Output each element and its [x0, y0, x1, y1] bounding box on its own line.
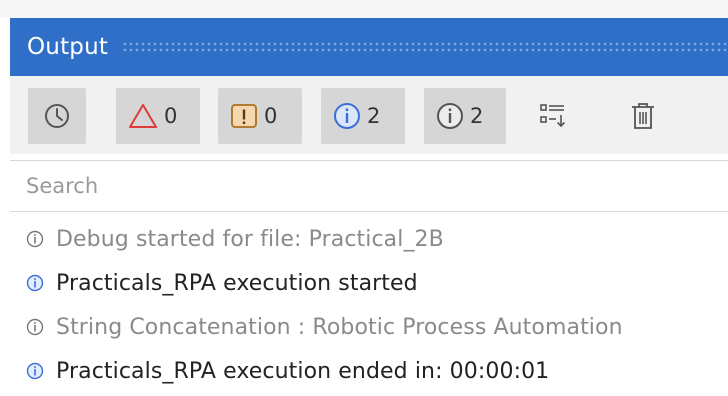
errors-filter-button[interactable]: 0 [116, 88, 200, 144]
trace-info-icon [26, 318, 44, 336]
trace-info-icon [437, 103, 463, 129]
search-box[interactable] [10, 160, 728, 212]
info-circle-icon [334, 103, 360, 129]
top-strip [0, 0, 728, 18]
info-filter-button[interactable]: 2 [321, 88, 405, 144]
header-grip[interactable] [122, 41, 728, 53]
warnings-count: 0 [264, 104, 278, 128]
trash-icon [632, 103, 654, 129]
clock-icon [45, 104, 69, 128]
log-entry-text: Practicals_RPA execution ended in: 00:00… [56, 358, 550, 384]
output-panel: Output 0 0 2 2 Search Debug started for … [0, 0, 728, 396]
warning-triangle-icon [129, 104, 157, 128]
trace-count: 2 [470, 104, 484, 128]
log-entry[interactable]: Debug started for file: Practical_2B [10, 216, 728, 262]
timestamp-toggle-button[interactable] [28, 88, 86, 144]
output-toolbar: 0 0 2 2 [10, 76, 728, 154]
log-entry-text: Debug started for file: Practical_2B [56, 226, 444, 252]
list-collapse-icon [540, 104, 566, 128]
clear-output-button[interactable] [618, 88, 668, 144]
info-circle-icon [26, 362, 44, 380]
log-entry-text: String Concatenation : Robotic Process A… [56, 314, 623, 340]
log-entry[interactable]: Practicals_RPA execution ended in: 00:00… [10, 348, 728, 394]
trace-info-icon [26, 230, 44, 248]
errors-count: 0 [164, 104, 178, 128]
panel-header[interactable]: Output [10, 18, 728, 76]
warnings-filter-button[interactable]: 0 [218, 88, 302, 144]
exclamation-box-icon [231, 104, 257, 128]
info-count: 2 [367, 104, 381, 128]
output-log-list: Debug started for file: Practical_2B Pra… [10, 214, 728, 396]
collapse-list-button[interactable] [528, 88, 578, 144]
info-circle-icon [26, 274, 44, 292]
log-entry-text: Practicals_RPA execution started [56, 270, 418, 296]
search-input[interactable] [24, 173, 708, 199]
trace-filter-button[interactable]: 2 [424, 88, 506, 144]
log-entry[interactable]: Practicals_RPA execution started [10, 260, 728, 306]
panel-title: Output [27, 34, 109, 60]
log-entry[interactable]: String Concatenation : Robotic Process A… [10, 304, 728, 350]
